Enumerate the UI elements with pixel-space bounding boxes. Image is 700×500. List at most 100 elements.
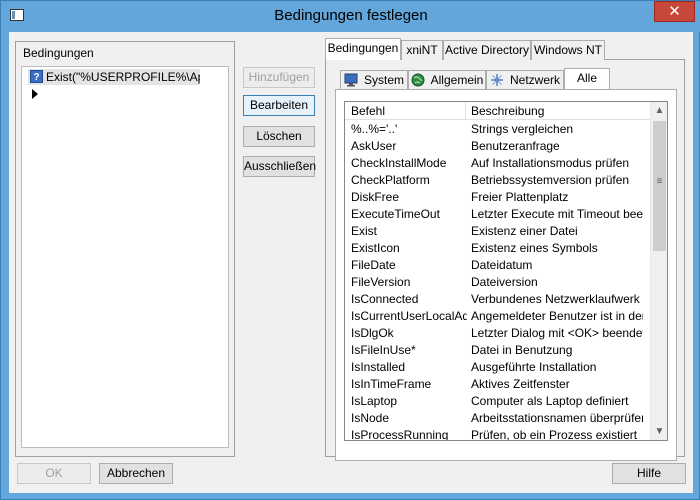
scroll-grip-icon: ≡ (656, 176, 663, 187)
tab-system-label: System (363, 73, 404, 87)
command-cell: FileDate (351, 258, 396, 272)
table-row[interactable]: FileDate Dateidatum (345, 257, 651, 274)
command-cell: CheckPlatform (351, 173, 430, 187)
description-cell: Freier Plattenplatz (471, 190, 569, 204)
table-row[interactable]: DiskFree Freier Plattenplatz (345, 189, 651, 206)
tab-alle[interactable]: Alle (564, 68, 610, 90)
question-icon: ? (30, 70, 43, 83)
table-row[interactable]: AskUser Benutzeranfrage (345, 138, 651, 155)
column-header-beschreibung[interactable]: Beschreibung (471, 104, 544, 118)
command-cell: IsFileInUse* (351, 343, 416, 357)
table-row[interactable]: ExecuteTimeOut Letzter Execute mit Timeou… (345, 206, 651, 223)
add-button[interactable]: Hinzufügen (243, 67, 315, 88)
tab-active-directory[interactable]: Active Directory (443, 40, 531, 60)
edit-button[interactable]: Bearbeiten (243, 95, 315, 116)
tab-bedingungen[interactable]: Bedingungen (325, 38, 401, 60)
command-cell: IsInstalled (351, 360, 406, 374)
scroll-thumb[interactable]: ≡ (653, 121, 666, 251)
commands-panel: Befehl Beschreibung %..%='..' Strings ver… (335, 89, 677, 461)
command-cell: IsInTimeFrame (351, 377, 432, 391)
description-cell: Benutzeranfrage (471, 139, 560, 153)
description-cell: Existenz einer Datei (471, 224, 578, 238)
scroll-up-icon[interactable]: ▲ (651, 102, 667, 119)
table-row[interactable]: IsInTimeFrame Aktives Zeitfenster (345, 376, 651, 393)
description-cell: Computer als Laptop definiert (471, 394, 629, 408)
table-row[interactable]: Exist Existenz einer Datei (345, 223, 651, 240)
description-cell: Existenz eines Symbols (471, 241, 598, 255)
table-row[interactable]: IsLaptop Computer als Laptop definiert (345, 393, 651, 410)
help-button[interactable]: Hilfe (612, 463, 686, 484)
conditions-list[interactable]: ?Exist("%USERPROFILE%\AppD... (21, 66, 229, 448)
delete-button[interactable]: Löschen (243, 126, 315, 147)
description-cell: Ausgeführte Installation (471, 360, 597, 374)
dialog-client-area: Bedingungen ?Exist("%USERPROFILE%\AppD..… (9, 32, 693, 493)
description-cell: Dateiversion (471, 275, 538, 289)
column-header-befehl[interactable]: Befehl (351, 104, 385, 118)
command-cell: IsConnected (351, 292, 419, 306)
table-row[interactable]: IsNode Arbeitsstationsnamen überprüfen (345, 410, 651, 427)
command-cell: Exist (351, 224, 378, 238)
tab-system[interactable]: System (340, 70, 408, 90)
command-cell: AskUser (351, 139, 397, 153)
command-cell: %..%='..' (351, 122, 398, 136)
command-cell: CheckInstallMode (351, 156, 447, 170)
scroll-down-icon[interactable]: ▼ (651, 423, 667, 440)
description-cell: Verbundenes Netzwerklaufwerk (471, 292, 640, 306)
column-separator[interactable] (465, 102, 466, 120)
table-row[interactable]: IsInstalled Ausgeführte Installation (345, 359, 651, 376)
conditions-group-label: Bedingungen (23, 46, 94, 60)
tab-allgemein[interactable]: Allgemein (408, 70, 486, 90)
command-cell: IsNode (351, 411, 390, 425)
table-row[interactable]: IsConnected Verbundenes Netzwerklaufwerk (345, 291, 651, 308)
table-row[interactable]: ExistIcon Existenz eines Symbols (345, 240, 651, 257)
command-cell: ExecuteTimeOut (351, 207, 440, 221)
description-cell: Prüfen, ob ein Prozess existiert (471, 428, 638, 441)
table-header: Befehl Beschreibung (345, 102, 651, 120)
ok-button[interactable]: OK (17, 463, 91, 484)
table-body: %..%='..' Strings vergleichen AskUser Benut… (345, 121, 651, 441)
description-cell: Angemeldeter Benutzer ist in der ... (471, 309, 643, 323)
condition-item[interactable]: ?Exist("%USERPROFILE%\AppD... (28, 69, 200, 85)
description-cell: Auf Installationsmodus prüfen (471, 156, 630, 170)
table-row[interactable]: CheckPlatform Betriebssystemversion prüfe… (345, 172, 651, 189)
window-title: Bedingungen festlegen (274, 7, 428, 24)
commands-table[interactable]: Befehl Beschreibung %..%='..' Strings ver… (344, 101, 668, 441)
tab-netzwerk[interactable]: Netzwerk (486, 70, 564, 90)
command-cell: IsCurrentUserLocalAd... (351, 309, 467, 323)
network-icon (490, 73, 504, 87)
description-cell: Letzter Dialog mit <OK> beendet (471, 326, 643, 340)
tab-allgemein-label: Allgemein (430, 73, 484, 87)
title-bar[interactable]: Bedingungen festlegen ✕ (1, 1, 700, 32)
dialog-window: Bedingungen festlegen ✕ Bedingungen ? Exi… (0, 0, 700, 500)
description-cell: Arbeitsstationsnamen überprüfen (471, 411, 643, 425)
current-row-arrow-icon (32, 89, 38, 99)
description-cell: Betriebssystemversion prüfen (471, 173, 630, 187)
table-row[interactable]: CheckInstallMode Auf Installationsmodus p… (345, 155, 651, 172)
description-cell: Datei in Benutzung (471, 343, 573, 357)
tab-xnint[interactable]: xniNT (401, 40, 443, 60)
table-vertical-scrollbar[interactable]: ▲ ≡ ▼ (650, 102, 667, 440)
command-cell: DiskFree (351, 190, 400, 204)
table-row[interactable]: IsDlgOk Letzter Dialog mit <OK> beendet (345, 325, 651, 342)
command-cell: IsDlgOk (351, 326, 394, 340)
command-cell: IsLaptop (351, 394, 398, 408)
condition-text: Exist("%USERPROFILE%\AppD... (46, 70, 200, 84)
description-cell: Letzter Execute mit Timeout been... (471, 207, 643, 221)
exclude-button[interactable]: Ausschließen (243, 156, 316, 177)
description-cell: Dateidatum (471, 258, 533, 272)
tab-windows-nt[interactable]: Windows NT (531, 40, 605, 60)
cancel-button[interactable]: Abbrechen (99, 463, 173, 484)
table-row[interactable]: IsFileInUse* Datei in Benutzung (345, 342, 651, 359)
tab-netzwerk-label: Netzwerk (509, 73, 560, 87)
table-row[interactable]: IsCurrentUserLocalAd... Angemeldeter Benu… (345, 308, 651, 325)
monitor-icon (344, 73, 358, 87)
table-row[interactable]: %..%='..' Strings vergleichen (345, 121, 651, 138)
command-cell: FileVersion (351, 275, 411, 289)
command-cell: ExistIcon (351, 241, 400, 255)
command-cell: IsProcessRunning (351, 428, 449, 441)
close-button[interactable]: ✕ (654, 1, 695, 22)
table-row[interactable]: IsProcessRunning Prüfen, ob ein Prozess e… (345, 427, 651, 441)
description-cell: Aktives Zeitfenster (471, 377, 570, 391)
description-cell: Strings vergleichen (471, 122, 574, 136)
table-row[interactable]: FileVersion Dateiversion (345, 274, 651, 291)
